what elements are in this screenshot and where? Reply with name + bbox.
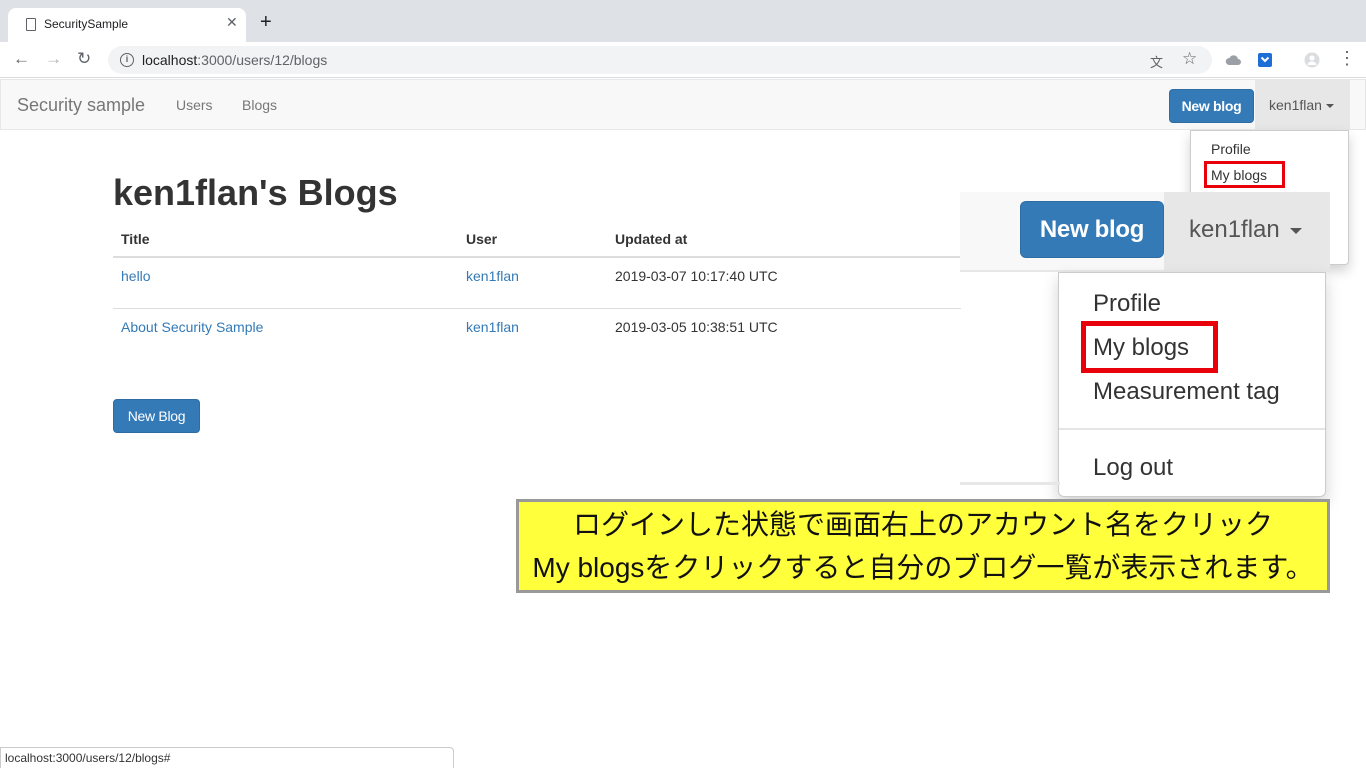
account-name: ken1flan: [1269, 97, 1322, 113]
highlight-box-small: [1204, 161, 1285, 188]
highlight-box-zoom: [1081, 321, 1218, 373]
callout-line-1: ログインした状態で画面右上のアカウント名をクリック: [572, 509, 1273, 540]
browser-toolbar: ← → ↻ i localhost:3000/users/12/blogs 文 …: [0, 42, 1366, 78]
header-divider: [113, 256, 961, 258]
close-tab-icon[interactable]: ✕: [226, 14, 238, 31]
nav-link-blogs[interactable]: Blogs: [242, 97, 277, 113]
bookmark-star-icon[interactable]: ☆: [1182, 49, 1197, 69]
tab-title: SecuritySample: [44, 17, 129, 31]
blog-user-link[interactable]: ken1flan: [466, 268, 519, 284]
profile-avatar-icon[interactable]: [1304, 52, 1320, 68]
row-divider: [113, 308, 961, 309]
info-icon[interactable]: i: [120, 53, 134, 67]
zoomed-dropdown-menu: Profile My blogs Measurement tag Log out: [1058, 272, 1326, 497]
navbar-new-blog-button[interactable]: New blog: [1169, 89, 1254, 123]
column-header-user: User: [466, 231, 498, 247]
nav-link-users[interactable]: Users: [176, 97, 213, 113]
caret-down-icon: [1325, 104, 1334, 109]
blog-user-link[interactable]: ken1flan: [466, 319, 519, 335]
translate-icon[interactable]: 文: [1150, 52, 1163, 71]
column-header-updated-at: Updated at: [615, 231, 688, 247]
forward-button[interactable]: →: [45, 50, 62, 68]
zoomed-divider-line: [960, 482, 1060, 485]
blog-title-link[interactable]: About Security Sample: [121, 319, 263, 335]
url-text[interactable]: localhost:3000/users/12/blogs: [142, 52, 327, 68]
zoomed-menu-item-profile: Profile: [1093, 290, 1162, 317]
blog-updated-at: 2019-03-05 10:38:51 UTC: [615, 319, 778, 335]
new-blog-button[interactable]: New Blog: [113, 399, 200, 433]
zoomed-menu-item-measurement-tag: Measurement tag: [1093, 378, 1280, 405]
cloud-extension-icon[interactable]: [1225, 52, 1241, 68]
app-navbar: Security sample Users Blogs New blog ken…: [0, 79, 1366, 130]
browser-menu-icon[interactable]: ⋮: [1338, 49, 1356, 67]
callout-line-2: My blogsをクリックすると自分のブログ一覧が表示されます。: [532, 552, 1314, 583]
zoomed-navbar: New blog ken1flan: [960, 192, 1330, 272]
back-button[interactable]: ←: [13, 50, 30, 68]
account-dropdown-toggle[interactable]: ken1flan: [1255, 80, 1350, 130]
menu-item-profile[interactable]: Profile: [1211, 141, 1251, 157]
blog-updated-at: 2019-03-07 10:17:40 UTC: [615, 268, 778, 284]
url-host: localhost: [142, 52, 198, 68]
zoomed-account-toggle: ken1flan: [1164, 192, 1330, 272]
column-header-title: Title: [121, 231, 150, 247]
address-bar[interactable]: i localhost:3000/users/12/blogs 文 ☆: [108, 46, 1212, 74]
caret-down-icon: [1289, 227, 1302, 234]
browser-tab[interactable]: SecuritySample ✕: [8, 8, 246, 42]
navbar-brand[interactable]: Security sample: [17, 95, 145, 116]
document-icon: [26, 18, 36, 31]
pocket-extension-icon[interactable]: [1257, 52, 1273, 68]
page-title: ken1flan's Blogs: [113, 172, 398, 213]
new-tab-button[interactable]: +: [260, 12, 272, 32]
reload-button[interactable]: ↻: [77, 50, 91, 68]
blog-title-link[interactable]: hello: [121, 268, 151, 284]
url-path: :3000/users/12/blogs: [197, 52, 328, 68]
browser-tabstrip: SecuritySample ✕ +: [0, 0, 1366, 42]
zoomed-account-name: ken1flan: [1189, 216, 1280, 243]
status-bar-url: localhost:3000/users/12/blogs#: [0, 747, 454, 768]
zoomed-menu-item-logout: Log out: [1093, 454, 1174, 481]
zoomed-new-blog-button: New blog: [1020, 201, 1164, 258]
menu-divider: [1059, 428, 1325, 430]
instruction-callout: ログインした状態で画面右上のアカウント名をクリック My blogsをクリックす…: [516, 499, 1330, 593]
